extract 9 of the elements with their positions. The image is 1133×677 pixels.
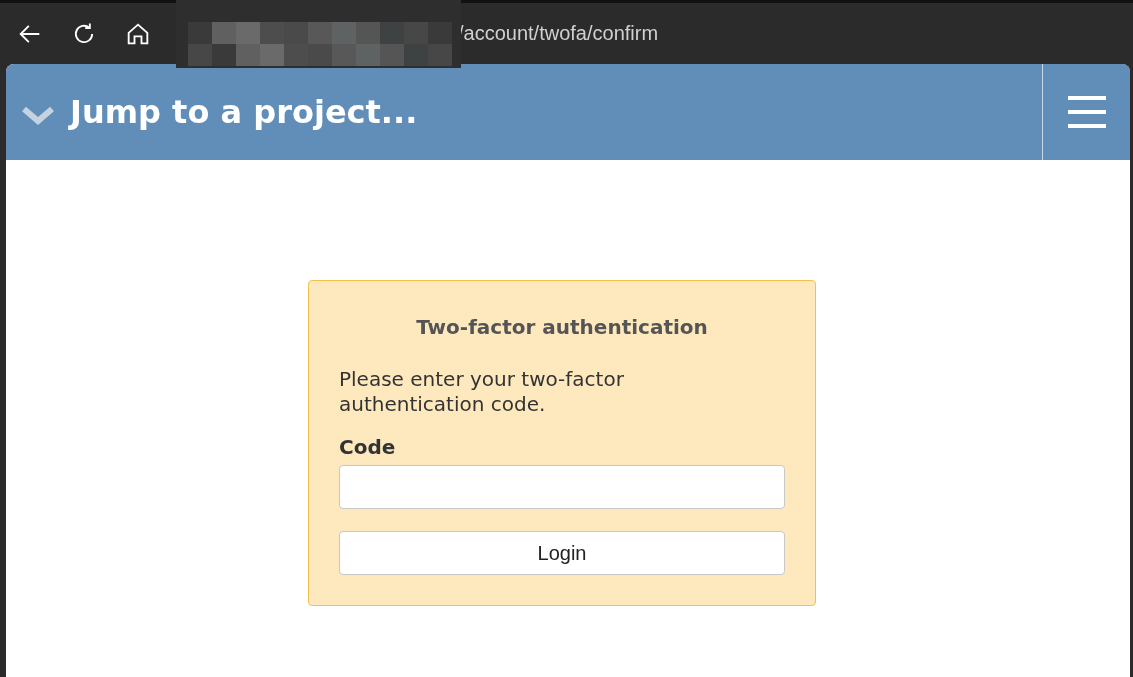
instruction-text: Please enter your two-factor authentication code. xyxy=(339,367,625,417)
address-bar-url[interactable]: /account/twofa/confirm xyxy=(458,22,659,45)
menu-icon[interactable] xyxy=(1066,95,1107,129)
chevron-down-icon[interactable] xyxy=(22,105,54,125)
menu-button[interactable] xyxy=(1042,64,1130,160)
login-button[interactable]: Login xyxy=(339,531,785,575)
card-title: Two-factor authentication xyxy=(415,315,709,339)
code-input-field[interactable] xyxy=(339,465,785,509)
code-label: Code xyxy=(339,435,397,459)
